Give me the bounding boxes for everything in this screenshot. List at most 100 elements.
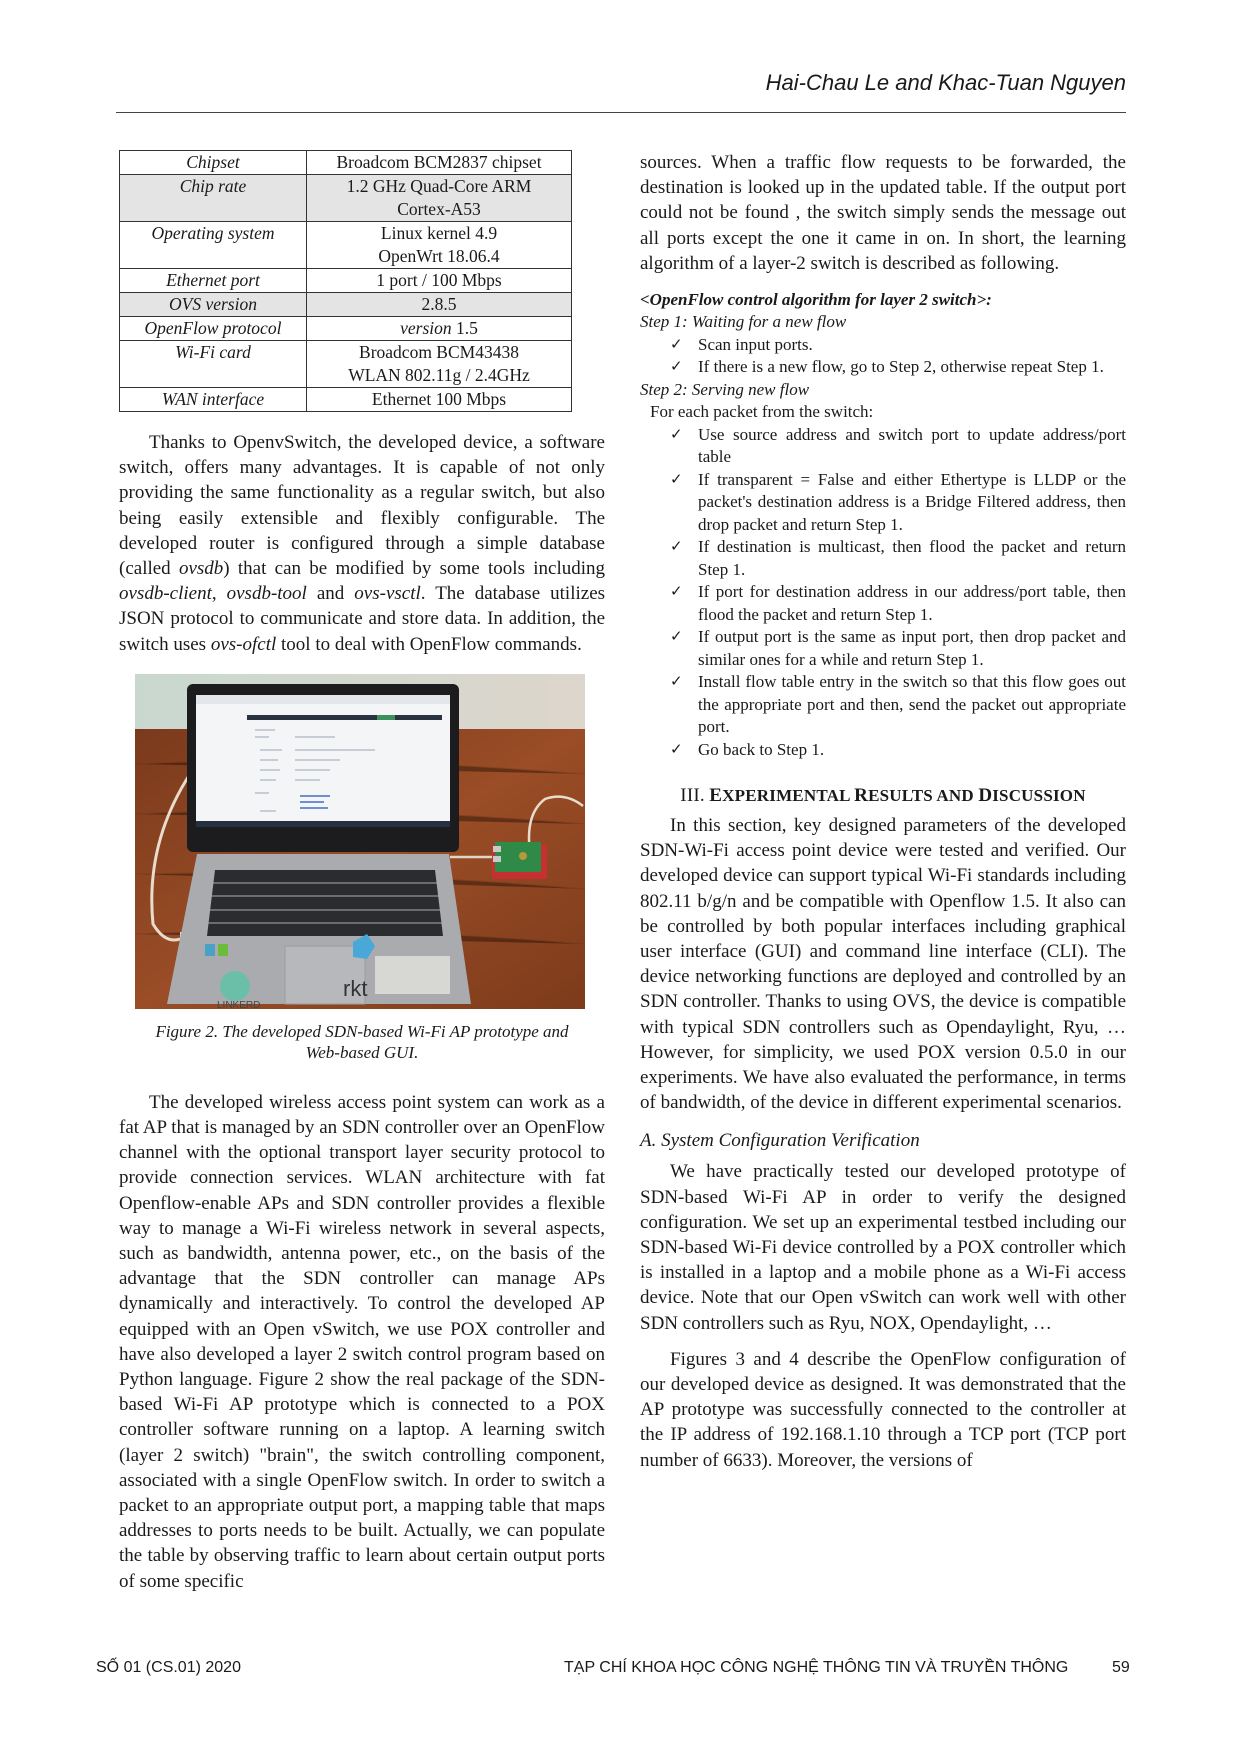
text-run: Thanks to OpenvSwitch, the developed dev… bbox=[119, 432, 605, 580]
spec-value: Ethernet 100 Mbps bbox=[306, 387, 572, 412]
step-2-intro: For each packet from the switch: bbox=[650, 402, 874, 422]
spec-value-line: 1.5 bbox=[451, 318, 478, 338]
checklist-item: ✓ Go back to Step 1. bbox=[670, 739, 1126, 762]
paragraph-figures-3-4: Figures 3 and 4 describe the OpenFlow co… bbox=[640, 1348, 1126, 1471]
paragraph-continued: sources. When a traffic flow requests to… bbox=[640, 152, 1126, 274]
rkt-sticker-text: rkt bbox=[343, 976, 367, 1001]
checklist-text: Install flow table entry in the switch s… bbox=[698, 672, 1126, 737]
checkmark-icon: ✓ bbox=[670, 471, 683, 488]
spec-value-italic: version bbox=[400, 318, 452, 338]
title-smallcaps: XPERIMENTAL bbox=[722, 786, 850, 806]
spec-value: version 1.5 bbox=[306, 316, 572, 341]
laptop-prototype-photo: rkt LINKERD bbox=[135, 673, 585, 1009]
checklist-item: ✓ If port for destination address in our … bbox=[670, 581, 1126, 626]
spec-table-row: OVS version 2.8.5 bbox=[119, 292, 572, 317]
spec-table-row: Wi-Fi card Broadcom BCM43438 WLAN 802.11g … bbox=[119, 340, 572, 388]
spec-value-line: 2.8.5 bbox=[421, 294, 457, 314]
spec-key: Wi-Fi card bbox=[119, 340, 307, 388]
spec-table-row: Operating system Linux kernel 4.9 OpenWrt … bbox=[119, 221, 572, 269]
checklist-item: ✓ If output port is the same as input por… bbox=[670, 626, 1126, 671]
checklist-text: If destination is multicast, then flood … bbox=[698, 537, 1126, 579]
spec-key: Ethernet port bbox=[119, 268, 307, 293]
spec-value-line: OpenWrt 18.06.4 bbox=[378, 246, 500, 266]
step-2-list: ✓ Use source address and switch port to u… bbox=[640, 424, 1126, 762]
title-smallcaps: AND bbox=[936, 786, 974, 806]
caption-line: Web-based GUI. bbox=[305, 1042, 419, 1062]
spec-value-line: Broadcom BCM2837 chipset bbox=[336, 152, 542, 172]
paragraph-openvswitch: Thanks to OpenvSwitch, the developed dev… bbox=[119, 430, 605, 657]
title-capital: E bbox=[709, 785, 723, 807]
checklist-text: If output port is the same as input port… bbox=[698, 627, 1126, 669]
spec-value: 1 port / 100 Mbps bbox=[306, 268, 572, 293]
spec-value: 2.8.5 bbox=[306, 292, 572, 317]
keyboard bbox=[207, 869, 443, 936]
title-capital: D bbox=[978, 785, 993, 807]
checkmark-icon: ✓ bbox=[670, 359, 683, 376]
checklist-item: ✓ If transparent = False and either Ether… bbox=[670, 469, 1126, 537]
spec-key: OpenFlow protocol bbox=[119, 316, 307, 341]
italic-term: ovsdb-client bbox=[119, 583, 212, 605]
text-run: and bbox=[306, 583, 355, 605]
spec-value-line: 1.2 GHz Quad-Core ARM bbox=[346, 176, 532, 196]
section-title-text: EXPERIMENTAL RESULTS AND DISCUSSION bbox=[709, 785, 1086, 807]
paragraph-section-3-intro: In this section, key designed parameters… bbox=[640, 815, 1126, 1114]
spec-key: Chip rate bbox=[119, 174, 307, 222]
checklist-text: Go back to Step 1. bbox=[698, 739, 825, 759]
checklist-text: If transparent = False and either Ethert… bbox=[698, 469, 1126, 534]
step-1-list: ✓ Scan input ports. ✓ If there is a new flo… bbox=[640, 334, 1126, 379]
text-run: , bbox=[211, 583, 227, 605]
checklist-text: If port for destination address in our a… bbox=[698, 582, 1126, 624]
spec-table-row: Chip rate 1.2 GHz Quad-Core ARM Cortex-A53 bbox=[119, 174, 572, 222]
checklist-item: ✓ Install flow table entry in the switch … bbox=[670, 671, 1126, 739]
subsection-a-heading: A. System Configuration Verification bbox=[640, 1130, 920, 1152]
checklist-text: If there is a new flow, go to Step 2, ot… bbox=[698, 357, 1104, 377]
checklist-item: ✓ If there is a new flow, go to Step 2, o… bbox=[670, 356, 1126, 379]
spec-value-line: Broadcom BCM43438 bbox=[359, 342, 519, 362]
checkmark-icon: ✓ bbox=[670, 629, 683, 646]
title-smallcaps: ESULTS bbox=[868, 786, 933, 806]
spec-table-row: WAN interface Ethernet 100 Mbps bbox=[119, 387, 572, 412]
page-number: 59 bbox=[1112, 1659, 1130, 1676]
section-numeral: III. bbox=[680, 785, 705, 807]
spec-key: WAN interface bbox=[119, 387, 307, 412]
title-smallcaps: ISCUSSION bbox=[992, 786, 1086, 806]
checklist-text: Scan input ports. bbox=[698, 334, 813, 354]
spec-value: 1.2 GHz Quad-Core ARM Cortex-A53 bbox=[306, 174, 572, 222]
spec-table-row: Ethernet port 1 port / 100 Mbps bbox=[119, 268, 572, 293]
spec-value: Broadcom BCM2837 chipset bbox=[306, 150, 572, 175]
checkmark-icon: ✓ bbox=[670, 336, 683, 353]
title-capital: R bbox=[854, 785, 869, 807]
running-head-authors: Hai-Chau Le and Khac-Tuan Nguyen bbox=[765, 70, 1126, 95]
checkmark-icon: ✓ bbox=[670, 426, 683, 443]
italic-term: ovsdb bbox=[178, 558, 224, 580]
spec-table-row: OpenFlow protocol version 1.5 bbox=[119, 316, 572, 341]
figure-2-caption: Figure 2. The developed SDN-based Wi-Fi … bbox=[119, 1021, 605, 1063]
footer-journal-title: TẠP CHÍ KHOA HỌC CÔNG NGHỆ THÔNG TIN VÀ … bbox=[564, 1659, 1069, 1676]
checklist-item: ✓ If destination is multicast, then flood… bbox=[670, 536, 1126, 581]
checkmark-icon: ✓ bbox=[670, 584, 683, 601]
step-1-title: Step 1: Waiting for a new flow bbox=[640, 312, 847, 332]
spec-table: Chipset Broadcom BCM2837 chipset Chip rate… bbox=[119, 150, 572, 412]
italic-term: ovsdb-tool bbox=[226, 583, 307, 605]
spec-value-line: 1 port / 100 Mbps bbox=[376, 270, 502, 290]
footer-issue: SỐ 01 (CS.01) 2020 bbox=[96, 1659, 241, 1676]
step-2-title: Step 2: Serving new flow bbox=[640, 379, 810, 399]
sticker-panel bbox=[375, 955, 450, 994]
web-gui-navbar bbox=[247, 714, 442, 720]
caption-line: Figure 2. The developed SDN-based Wi-Fi … bbox=[155, 1021, 569, 1041]
checklist-item: ✓ Scan input ports. bbox=[670, 334, 1126, 357]
spec-value-line: Cortex-A53 bbox=[397, 199, 481, 219]
checkmark-icon: ✓ bbox=[670, 741, 683, 758]
spec-table-row: Chipset Broadcom BCM2837 chipset bbox=[119, 150, 572, 175]
italic-term: ovs-ofctl bbox=[210, 633, 277, 655]
text-run: tool to deal with OpenFlow commands. bbox=[276, 633, 582, 655]
algorithm-title: <OpenFlow control algorithm for layer 2 … bbox=[640, 290, 992, 310]
left-column: Chipset Broadcom BCM2837 chipset Chip rate… bbox=[119, 150, 605, 1594]
checklist-text: Use source address and switch port to up… bbox=[698, 424, 1126, 467]
figure-2-photo: rkt LINKERD bbox=[135, 673, 585, 1009]
spec-value-line: Ethernet 100 Mbps bbox=[371, 389, 507, 409]
spec-value-line: WLAN 802.11g / 2.4GHz bbox=[348, 365, 530, 385]
checkmark-icon: ✓ bbox=[670, 539, 683, 556]
raspberry-pi-board bbox=[495, 841, 541, 872]
spec-key: Operating system bbox=[119, 221, 307, 269]
